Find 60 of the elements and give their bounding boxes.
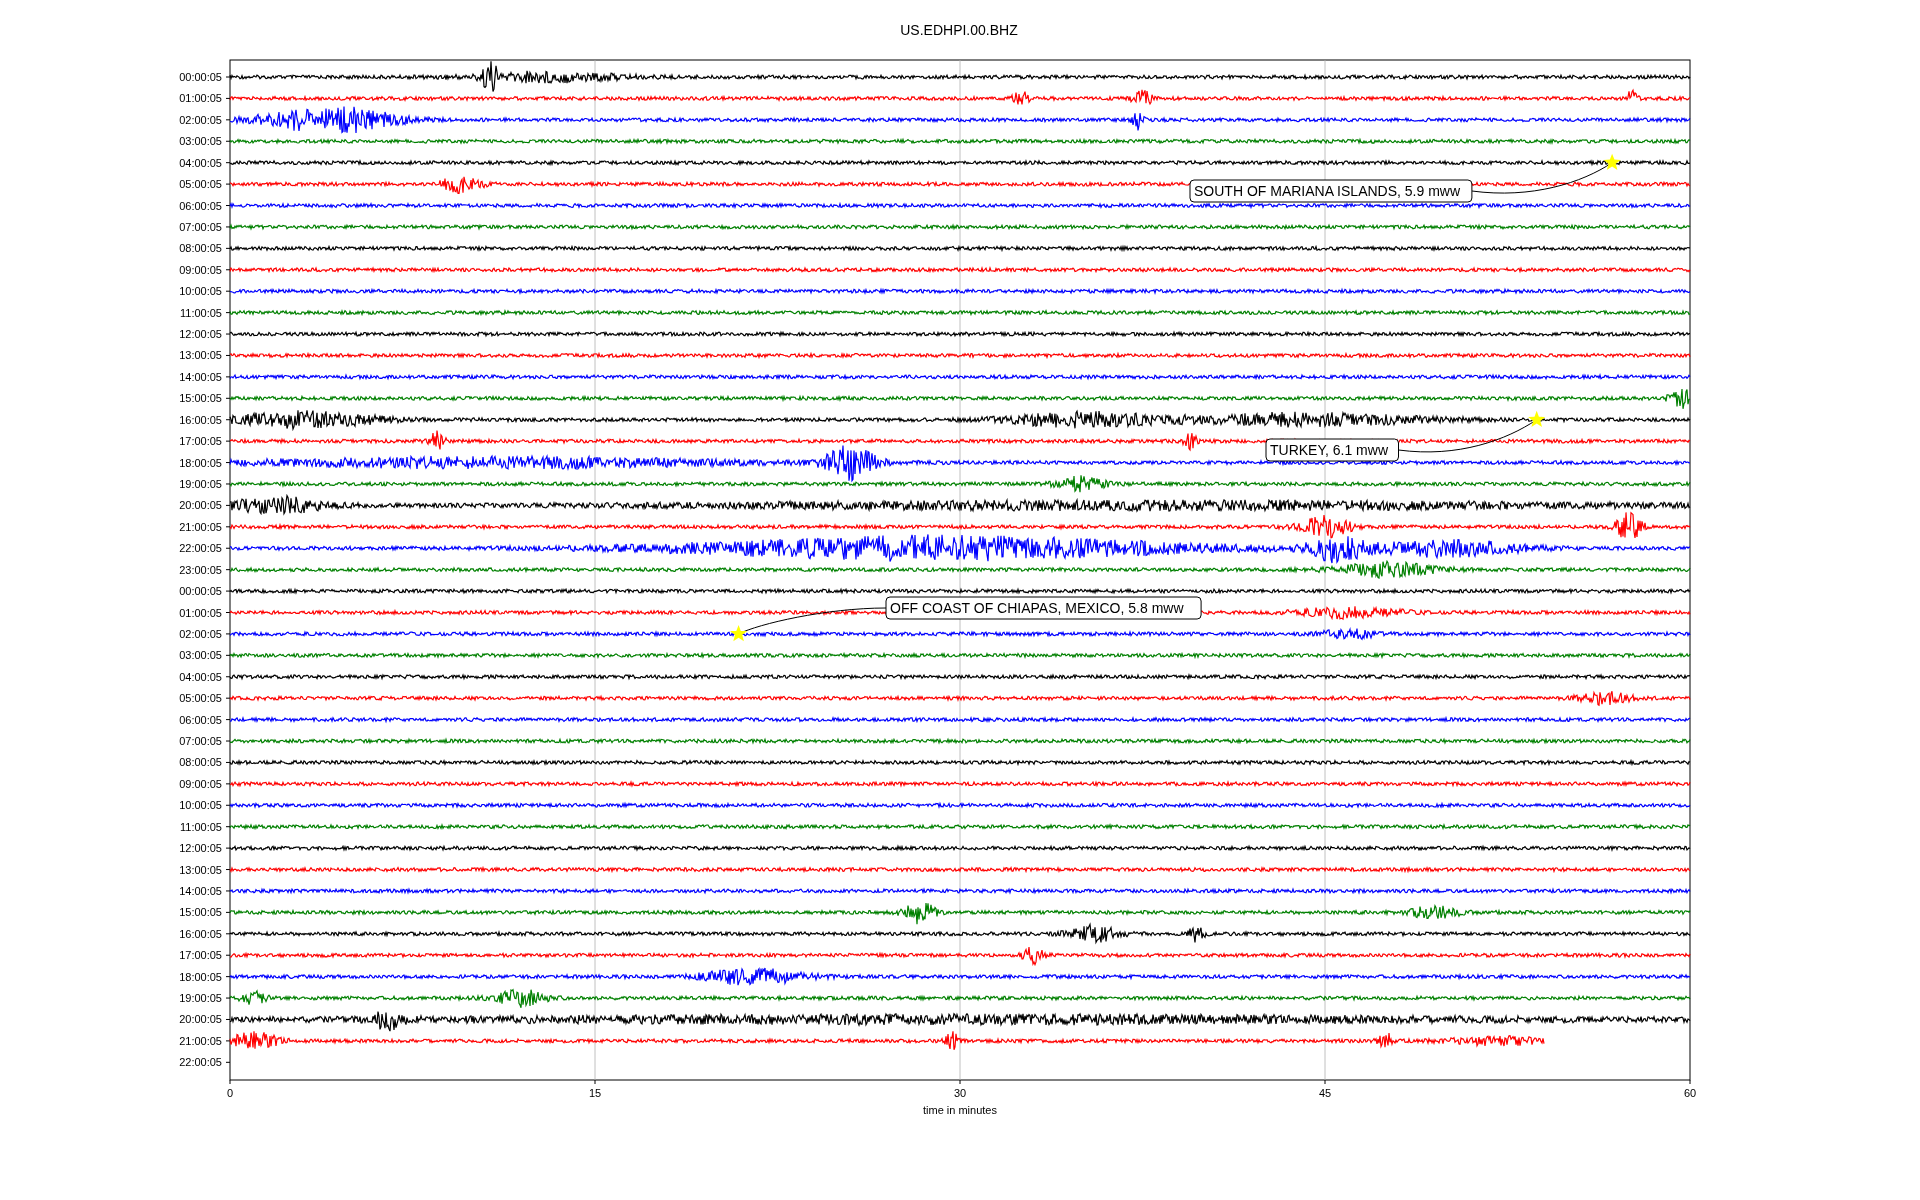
time-label: 11:00:05 <box>180 820 222 833</box>
time-label: 12:00:05 <box>179 328 222 341</box>
time-label: 06:00:05 <box>179 199 222 212</box>
time-label: 14:00:05 <box>179 370 222 383</box>
event-label: OFF COAST OF CHIAPAS, MEXICO, 5.8 mww <box>885 596 1202 620</box>
time-label: 18:00:05 <box>179 456 222 469</box>
time-label: 21:00:05 <box>179 1034 222 1047</box>
axis-tick-label: 0 <box>226 1087 234 1099</box>
time-label: 12:00:05 <box>179 842 222 855</box>
time-label: 02:00:05 <box>179 627 222 640</box>
time-label: 05:00:05 <box>179 178 222 191</box>
time-label: 22:00:05 <box>179 542 222 555</box>
time-label: 21:00:05 <box>179 520 222 533</box>
time-label: 00:00:05 <box>179 71 222 83</box>
time-label: 01:00:05 <box>179 606 222 619</box>
time-label: 07:00:05 <box>179 735 222 747</box>
event-label: SOUTH OF MARIANA ISLANDS, 5.9 mww <box>1189 179 1473 203</box>
time-label: 14:00:05 <box>179 884 222 897</box>
time-label: 05:00:05 <box>179 692 222 705</box>
time-label: 17:00:05 <box>179 949 222 962</box>
chart-title: US.EDHPI.00.BHZ <box>900 22 1018 38</box>
time-label: 15:00:05 <box>179 906 222 919</box>
time-label: 04:00:05 <box>179 156 222 169</box>
time-label: 17:00:05 <box>179 435 222 448</box>
star-icon <box>730 624 748 642</box>
time-label: 16:00:05 <box>179 413 222 426</box>
event-label: TURKEY, 6.1 mww <box>1265 438 1399 462</box>
star-icon <box>1528 410 1546 427</box>
axis-tick-label: 45 <box>1318 1087 1332 1099</box>
time-label: 11:00:05 <box>180 306 222 319</box>
time-label: 20:00:05 <box>179 1013 222 1026</box>
axis-tick-label: 30 <box>953 1087 967 1099</box>
axis-tick-label: 15 <box>588 1087 602 1099</box>
time-label: 18:00:05 <box>179 970 222 983</box>
time-label: 09:00:05 <box>179 263 222 276</box>
time-label: 19:00:05 <box>179 992 222 1005</box>
time-label: 04:00:05 <box>179 670 222 683</box>
time-label: 03:00:05 <box>179 135 222 148</box>
time-label: 13:00:05 <box>179 863 222 876</box>
axis-tick-label: 60 <box>1683 1087 1697 1099</box>
time-label: 10:00:05 <box>179 799 222 812</box>
time-label: 19:00:05 <box>179 478 222 490</box>
star-icon <box>1603 153 1621 170</box>
time-label: 02:00:05 <box>179 113 222 126</box>
axis-title: time in minutes <box>923 1104 997 1116</box>
time-label: 01:00:05 <box>179 92 222 105</box>
time-label: 15:00:05 <box>179 392 222 405</box>
time-label: 00:00:05 <box>179 585 222 598</box>
time-label: 23:00:05 <box>179 563 222 576</box>
time-label: 03:00:05 <box>179 649 222 662</box>
time-label: 08:00:05 <box>179 242 222 255</box>
time-label: 08:00:05 <box>179 756 222 769</box>
time-label: 07:00:05 <box>179 220 222 233</box>
time-label: 10:00:05 <box>179 285 222 298</box>
time-label: 13:00:05 <box>179 349 222 362</box>
time-label: 22:00:05 <box>179 1056 222 1069</box>
time-label: 20:00:05 <box>179 499 222 512</box>
time-label: 16:00:05 <box>179 927 222 940</box>
time-label: 09:00:05 <box>179 777 222 790</box>
time-label: 06:00:05 <box>179 713 222 726</box>
